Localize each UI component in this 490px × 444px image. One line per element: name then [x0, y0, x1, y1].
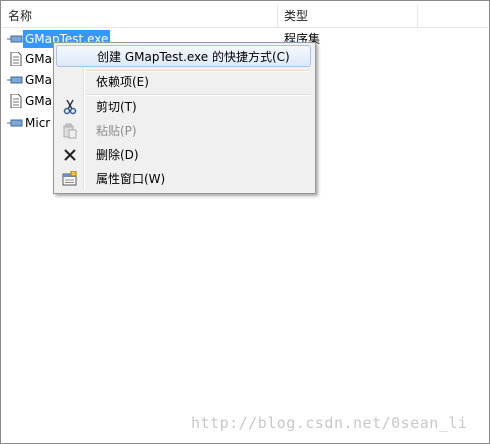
file-list-window: 名称 类型 GMapTest.exe 程序集 GMa GMa 集 — [0, 0, 490, 444]
context-menu: 创建 GMapTest.exe 的快捷方式(C) 依赖项(E) 剪切(T) 粘贴… — [53, 42, 316, 194]
paste-icon — [63, 123, 77, 139]
menu-item-label: 创建 GMapTest.exe 的快捷方式(C) — [97, 50, 290, 64]
file-name: GMa — [25, 73, 53, 87]
column-header: 名称 类型 — [2, 5, 488, 28]
menu-item-label: 依赖项(E) — [96, 75, 149, 89]
menu-item-label: 属性窗口(W) — [96, 172, 166, 186]
assembly-icon — [7, 76, 23, 84]
document-icon — [10, 52, 22, 66]
menu-item-cut[interactable]: 剪切(T) — [56, 96, 311, 118]
menu-item-label: 粘贴(P) — [96, 124, 137, 138]
scissors-icon — [63, 99, 77, 115]
file-name: GMa — [25, 94, 53, 108]
menu-item-delete[interactable]: 删除(D) — [56, 144, 311, 166]
menu-item-paste[interactable]: 粘贴(P) — [56, 120, 311, 142]
menu-item-label: 剪切(T) — [96, 100, 137, 114]
document-icon — [10, 94, 22, 108]
delete-x-icon — [64, 149, 76, 161]
file-name: GMa — [25, 52, 53, 66]
menu-item-label: 删除(D) — [96, 148, 139, 162]
menu-item-dependencies[interactable]: 依赖项(E) — [56, 71, 311, 93]
column-name-header[interactable]: 名称 — [2, 5, 278, 27]
assembly-icon — [7, 35, 23, 43]
assembly-icon — [7, 119, 23, 127]
menu-item-create-shortcut[interactable]: 创建 GMapTest.exe 的快捷方式(C) — [56, 45, 311, 67]
menu-item-properties[interactable]: 属性窗口(W) — [56, 168, 311, 190]
file-name: Micr — [25, 116, 51, 130]
watermark-text: http://blog.csdn.net/0sean_li — [191, 414, 468, 432]
properties-window-icon — [62, 171, 77, 186]
column-type-header[interactable]: 类型 — [278, 5, 418, 27]
